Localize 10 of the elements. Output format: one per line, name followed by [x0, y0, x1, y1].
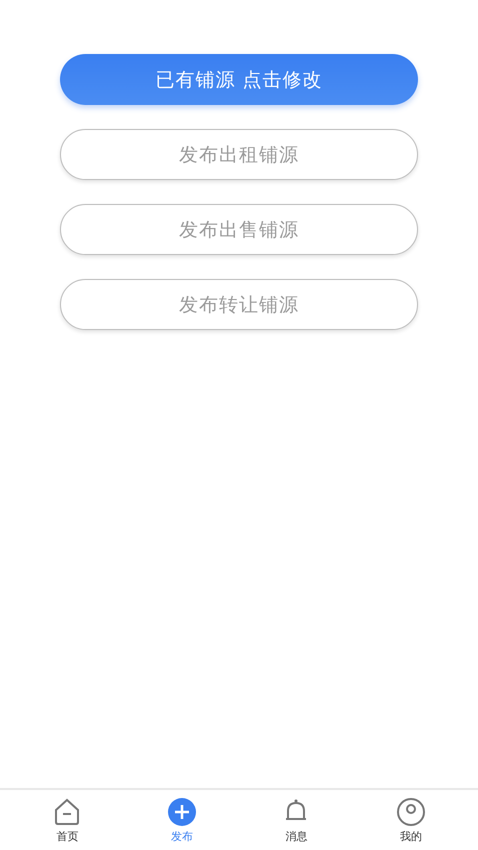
person-icon: [396, 796, 426, 826]
tab-item[interactable]: 发布: [124, 790, 239, 850]
publish-button[interactable]: 发布出租铺源: [60, 129, 418, 180]
tab-item[interactable]: 首页: [10, 790, 124, 850]
edit-listing-button[interactable]: 已有铺源 点击修改: [60, 54, 418, 105]
publish-button[interactable]: 发布出售铺源: [60, 204, 418, 255]
tab-item[interactable]: 我的: [354, 790, 468, 850]
plus-icon: [166, 796, 197, 826]
publish-button[interactable]: 发布转让铺源: [60, 279, 418, 330]
tab-item[interactable]: 消息: [239, 790, 354, 850]
